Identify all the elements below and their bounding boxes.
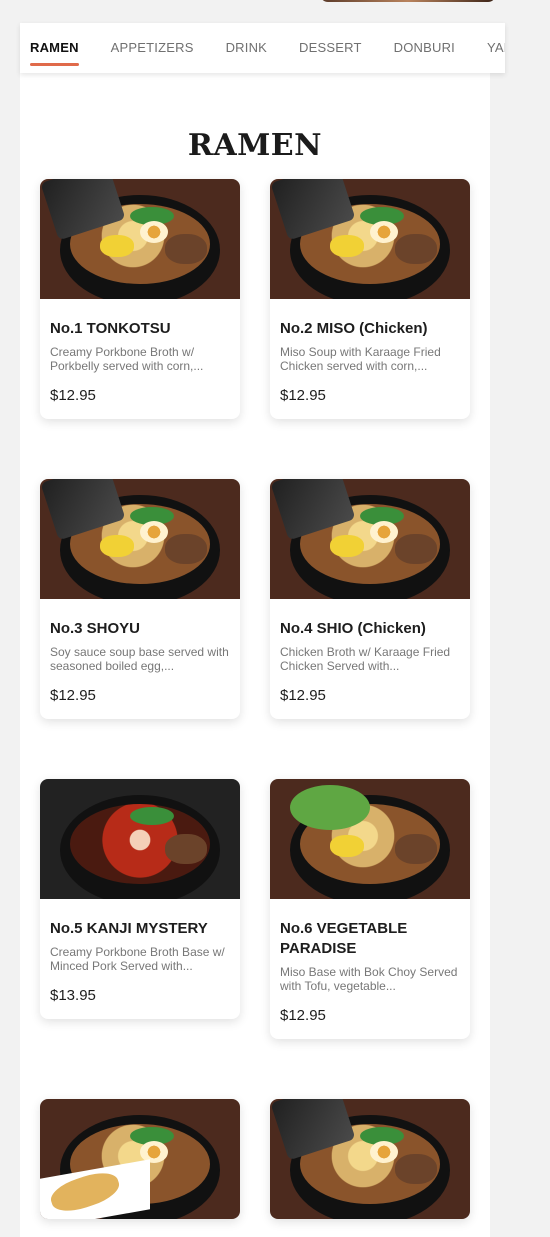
corn-image-part	[100, 235, 134, 257]
section-title: RAMEN	[187, 128, 323, 164]
item-price: $12.95	[280, 687, 326, 704]
pork-image-part	[165, 234, 207, 264]
category-tabs: RAMEN APPETIZERS DRINK DESSERT DONBURI Y…	[20, 23, 505, 73]
tab-ramen[interactable]: RAMEN	[30, 23, 79, 73]
item-description: Miso Soup with Karaage Fried Chicken ser…	[280, 345, 441, 373]
tab-donburi[interactable]: DONBURI	[394, 23, 455, 73]
item-description: Creamy Porkbone Broth w/ Porkbelly serve…	[50, 345, 204, 373]
ramen-photo-icon	[270, 179, 470, 299]
item-price: $12.95	[280, 1007, 326, 1024]
menu-item-details: No.3 SHOYU Soy sauce soup base served wi…	[40, 599, 240, 719]
chicken-image-part	[395, 534, 437, 564]
item-description: Miso Base with Bok Choy Served with Tofu…	[280, 965, 458, 993]
item-description: Creamy Porkbone Broth Base w/ Minced Por…	[50, 945, 225, 973]
ramen-photo-icon	[40, 479, 240, 599]
item-price: $13.95	[50, 987, 96, 1004]
item-description: Chicken Broth w/ Karaage Fried Chicken S…	[280, 645, 451, 673]
tab-yakisoba[interactable]: YAKIS	[487, 23, 505, 73]
vegetable-ramen-photo-icon	[270, 779, 470, 899]
menu-item-card-2[interactable]: No.2 MISO (Chicken) Miso Soup with Karaa…	[270, 179, 470, 419]
spicy-ramen-photo-icon	[40, 779, 240, 899]
bok-choy-image-part	[290, 785, 370, 830]
tab-dessert[interactable]: DESSERT	[299, 23, 362, 73]
tab-appetizers[interactable]: APPETIZERS	[111, 23, 194, 73]
beef-image-part	[165, 534, 207, 564]
ramen-menu-section: RAMEN No.1 TONKOTSU Creamy Porkbone Brot…	[20, 73, 490, 1237]
menu-item-details: No.4 SHIO (Chicken) Chicken Broth w/ Kar…	[270, 599, 470, 719]
egg-image-part	[370, 1141, 398, 1163]
corn-image-part	[100, 535, 134, 557]
item-price: $12.95	[280, 387, 326, 404]
item-price: $12.95	[50, 687, 96, 704]
menu-item-details: No.2 MISO (Chicken) Miso Soup with Karaa…	[270, 299, 470, 419]
tab-drink[interactable]: DRINK	[226, 23, 267, 73]
egg-image-part	[370, 221, 398, 243]
chicken-image-part	[395, 234, 437, 264]
menu-item-details: No.1 TONKOTSU Creamy Porkbone Broth w/ P…	[40, 299, 240, 419]
menu-item-card-4[interactable]: No.4 SHIO (Chicken) Chicken Broth w/ Kar…	[270, 479, 470, 719]
item-price: $12.95	[50, 387, 96, 404]
ramen-photo-icon	[40, 179, 240, 299]
corn-image-part	[330, 235, 364, 257]
item-name: No.4 SHIO (Chicken)	[280, 620, 426, 637]
top-spacer	[0, 0, 550, 23]
item-name: No.1 TONKOTSU	[50, 320, 171, 337]
corn-image-part	[330, 535, 364, 557]
egg-image-part	[140, 221, 168, 243]
menu-item-details: No.5 KANJI MYSTERY Creamy Porkbone Broth…	[40, 899, 240, 1019]
menu-item-card-6[interactable]: No.6 VEGETABLE PARADISE Miso Base with B…	[270, 779, 470, 1039]
item-name: No.3 SHOYU	[50, 620, 141, 637]
menu-item-card-8[interactable]	[270, 1099, 470, 1219]
mushroom-image-part	[395, 834, 437, 864]
egg-image-part	[370, 521, 398, 543]
pork-image-part	[395, 1154, 437, 1184]
partial-hero-image	[320, 0, 496, 2]
category-tab-bar: RAMEN APPETIZERS DRINK DESSERT DONBURI Y…	[20, 23, 505, 73]
minced-pork-image-part	[165, 834, 207, 864]
egg-image-part	[140, 521, 168, 543]
item-name: No.6 VEGETABLE PARADISE	[280, 920, 408, 957]
menu-item-card-1[interactable]: No.1 TONKOTSU Creamy Porkbone Broth w/ P…	[40, 179, 240, 419]
menu-item-details: No.6 VEGETABLE PARADISE Miso Base with B…	[270, 899, 470, 1039]
ramen-photo-icon	[270, 479, 470, 599]
tempura-ramen-photo-icon	[40, 1099, 240, 1219]
corn-image-part	[330, 835, 364, 857]
menu-item-card-5[interactable]: No.5 KANJI MYSTERY Creamy Porkbone Broth…	[40, 779, 240, 1019]
green-onion-image-part	[130, 807, 174, 825]
item-name: No.5 KANJI MYSTERY	[50, 920, 208, 937]
menu-item-card-7[interactable]	[40, 1099, 240, 1219]
menu-item-card-3[interactable]: No.3 SHOYU Soy sauce soup base served wi…	[40, 479, 240, 719]
item-description: Soy sauce soup base served with seasoned…	[50, 645, 229, 673]
ramen-photo-icon	[270, 1099, 470, 1219]
item-name: No.2 MISO (Chicken)	[280, 320, 428, 337]
